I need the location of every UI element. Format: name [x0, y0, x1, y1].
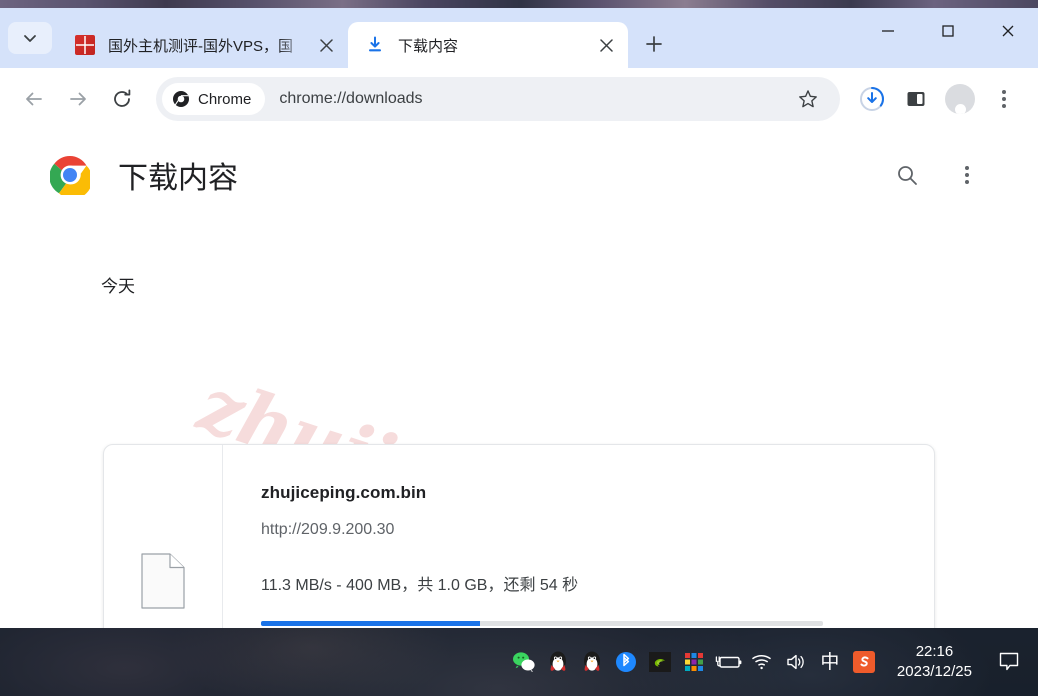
profile-button[interactable]	[938, 77, 982, 121]
download-glyph	[369, 36, 381, 52]
qq-penguin-glyph-2	[583, 651, 600, 671]
qq-penguin-glyph	[549, 651, 566, 671]
download-progress-bar	[261, 621, 823, 626]
tab-0[interactable]: 国外主机测评-国外VPS，国	[58, 22, 348, 68]
tab-search-button[interactable]	[8, 22, 52, 54]
maximize-icon	[942, 25, 954, 37]
downloads-page-header: 下载内容	[0, 130, 1038, 220]
download-progress-fill	[261, 621, 481, 626]
download-item-card[interactable]: zhujiceping.com.bin http://209.9.200.30 …	[103, 444, 935, 628]
download-file-name[interactable]: zhujiceping.com.bin	[261, 483, 890, 503]
download-icon	[364, 34, 386, 56]
wechat-icon[interactable]	[507, 628, 541, 696]
screen: 国外主机测评-国外VPS，国 下载内容 Chrome chrome://down…	[0, 0, 1038, 696]
windows-taskbar: 中 22:16 2023/12/25	[0, 628, 1038, 696]
wifi-glyph	[752, 655, 771, 670]
qq-icon[interactable]	[541, 628, 575, 696]
notification-center-button[interactable]	[986, 628, 1032, 696]
taskbar-time: 22:16	[915, 643, 954, 660]
star-icon	[799, 90, 817, 108]
qq-icon-2[interactable]	[575, 628, 609, 696]
tab-close-button[interactable]	[594, 33, 618, 57]
chrome-icon	[173, 91, 189, 107]
download-details: zhujiceping.com.bin http://209.9.200.30 …	[223, 445, 934, 628]
downloads-menu-button[interactable]	[948, 156, 986, 194]
ime-chinese-icon[interactable]: 中	[813, 628, 847, 696]
close-window-button[interactable]	[978, 8, 1038, 54]
colored-grid-glyph	[684, 653, 703, 671]
battery-glyph	[715, 656, 742, 668]
tab-title: 国外主机测评-国外VPS，国	[108, 37, 294, 55]
close-icon	[319, 38, 333, 52]
red-seal-favicon	[74, 34, 96, 56]
downloads-button[interactable]	[850, 77, 894, 121]
volume-icon[interactable]	[779, 628, 813, 696]
sogou-glyph	[852, 651, 875, 673]
nvidia-icon[interactable]	[643, 628, 677, 696]
wechat-glyph	[512, 652, 535, 672]
download-status-text: 11.3 MB/s - 400 MB，共 1.0 GB，还剩 54 秒	[261, 577, 579, 594]
file-glyph-icon	[141, 553, 185, 609]
new-tab-button[interactable]	[636, 26, 672, 62]
tab-close-button[interactable]	[314, 33, 338, 57]
taskbar-clock[interactable]: 22:16 2023/12/25	[881, 642, 986, 682]
ime-label: 中	[820, 651, 840, 673]
generic-file-icon	[141, 553, 185, 609]
chevron-down-icon	[24, 35, 36, 42]
arrow-left-icon	[26, 92, 42, 106]
download-file-thumbnail	[104, 445, 223, 628]
battery-icon[interactable]	[711, 628, 745, 696]
close-icon	[1002, 25, 1014, 37]
date-group-label: 今天	[101, 277, 135, 296]
chrome-window: 国外主机测评-国外VPS，国 下载内容 Chrome chrome://down…	[0, 8, 1038, 628]
back-button[interactable]	[12, 77, 56, 121]
downloads-page: zhujiceping.com 下载内容	[0, 130, 1038, 628]
wifi-icon[interactable]	[745, 628, 779, 696]
wallpaper-top-strip	[0, 0, 1038, 8]
nvidia-glyph	[648, 652, 671, 672]
three-dots-icon	[1002, 90, 1006, 108]
chrome-logo	[49, 155, 93, 199]
address-bar[interactable]: Chrome chrome://downloads	[156, 77, 840, 121]
reload-icon	[114, 89, 131, 107]
speaker-glyph	[787, 654, 804, 670]
close-icon	[599, 38, 613, 52]
page-header-actions	[888, 156, 986, 194]
minimize-icon	[882, 30, 894, 32]
download-progress-icon	[860, 87, 884, 111]
bluetooth-icon[interactable]	[609, 628, 643, 696]
tab-strip: 国外主机测评-国外VPS，国 下载内容	[0, 8, 1038, 68]
browser-toolbar: Chrome chrome://downloads	[0, 68, 1038, 130]
windows-grid-icon[interactable]	[677, 628, 711, 696]
arrow-right-icon	[70, 92, 86, 106]
forward-button[interactable]	[56, 77, 100, 121]
side-panel-icon	[907, 92, 925, 106]
plus-icon	[646, 36, 662, 52]
system-tray: 中 22:16 2023/12/25	[507, 628, 1032, 696]
search-downloads-button[interactable]	[888, 156, 926, 194]
bookmark-button[interactable]	[788, 79, 828, 119]
sogou-icon[interactable]	[847, 628, 881, 696]
side-panel-button[interactable]	[894, 77, 938, 121]
chrome-chip-label: Chrome	[198, 90, 252, 108]
maximize-button[interactable]	[918, 8, 978, 54]
minimize-button[interactable]	[858, 8, 918, 54]
window-controls	[858, 8, 1038, 68]
url-text[interactable]: chrome://downloads	[279, 90, 788, 108]
chrome-logo-icon	[49, 155, 93, 199]
browser-menu-button[interactable]	[982, 77, 1026, 121]
chrome-scheme-chip[interactable]: Chrome	[162, 83, 266, 115]
bluetooth-glyph	[615, 652, 636, 672]
taskbar-date: 2023/12/25	[896, 663, 972, 680]
search-icon	[898, 166, 917, 185]
tab-title: 下载内容	[398, 37, 459, 55]
three-dots-icon	[965, 166, 969, 184]
avatar	[945, 84, 975, 114]
reload-button[interactable]	[100, 77, 144, 121]
notification-icon	[999, 652, 1019, 671]
download-source-url[interactable]: http://209.9.200.30	[261, 521, 890, 539]
tab-1[interactable]: 下载内容	[348, 22, 628, 68]
page-title: 下载内容	[118, 162, 238, 195]
